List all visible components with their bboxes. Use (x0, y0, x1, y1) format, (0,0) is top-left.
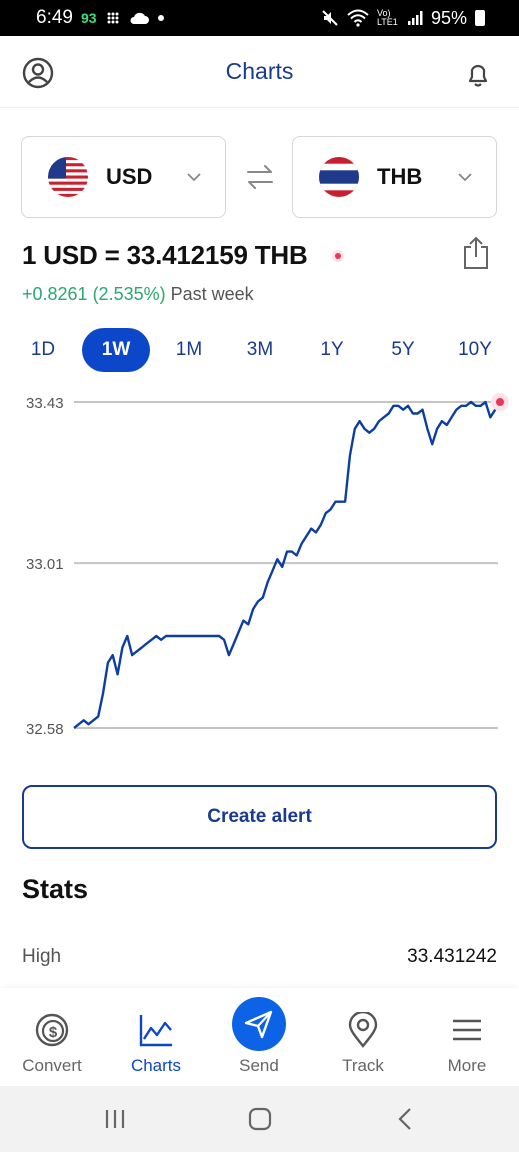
end-point-marker (496, 398, 504, 406)
stats-label: High (22, 946, 62, 967)
back-icon[interactable] (391, 1104, 421, 1134)
status-left: 6:49 93 (36, 7, 165, 29)
nav-convert[interactable]: $ Convert (0, 988, 104, 1086)
period-1d[interactable]: 1D (9, 328, 77, 372)
app-header: Charts (0, 36, 519, 108)
exchange-rate: 1 USD = 33.412159 THB (22, 240, 308, 270)
convert-icon: $ (35, 1013, 69, 1047)
rate-change: +0.8261 (2.535%) Past week (22, 284, 254, 305)
series-line (73, 400, 502, 729)
cloud-icon (130, 12, 149, 24)
system-nav-bar (0, 1086, 519, 1152)
chevron-down-icon (187, 173, 201, 182)
nav-more-label: More (447, 1056, 487, 1075)
to-currency-selector[interactable]: THB (292, 136, 497, 218)
nav-charts[interactable]: Charts (104, 988, 208, 1086)
signal-icon (407, 11, 423, 25)
network-label: Vo) LTE1 (376, 8, 398, 27)
nav-track[interactable]: Track (311, 988, 415, 1086)
nav-convert-label: Convert (22, 1056, 82, 1075)
nav-charts-label: Charts (130, 1056, 182, 1075)
period-3m[interactable]: 3M (226, 328, 294, 372)
status-right: Vo) LTE1 95% (321, 8, 485, 29)
period-5y[interactable]: 5Y (369, 328, 437, 372)
location-pin-icon (348, 1012, 378, 1048)
bell-icon[interactable] (461, 56, 495, 90)
period-1y[interactable]: 1Y (298, 328, 366, 372)
y-tick-label: 33.01 (26, 556, 64, 573)
live-indicator (332, 250, 344, 262)
profile-icon[interactable] (21, 56, 55, 90)
y-tick-label: 32.58 (26, 721, 64, 738)
svg-text:$: $ (49, 1024, 58, 1041)
stats-value: 33.431242 (407, 946, 497, 967)
share-icon[interactable] (462, 236, 490, 270)
to-currency-code: THB (377, 164, 423, 189)
thai-flag-icon (319, 157, 359, 197)
from-currency-code: USD (106, 164, 153, 189)
menu-icon (453, 1019, 481, 1041)
status-bar: 6:49 93 Vo) LTE1 95% (0, 0, 519, 36)
notification-count: 93 (80, 10, 97, 26)
mute-icon (322, 10, 338, 26)
nav-track-label: Track (342, 1056, 384, 1075)
battery-percent: 95% (430, 7, 467, 28)
nav-send[interactable]: Send (207, 988, 311, 1086)
us-flag-icon (48, 157, 88, 197)
swap-icon[interactable] (245, 163, 275, 191)
wifi-icon (347, 9, 369, 27)
recent-apps-icon[interactable] (100, 1104, 130, 1134)
bottom-nav: $ Convert Charts Send Track More (0, 988, 519, 1086)
status-time: 6:49 (36, 7, 73, 28)
chevron-down-icon (458, 173, 472, 182)
home-icon[interactable] (245, 1104, 275, 1134)
rate-chart[interactable]: 33.43 33.01 32.58 (0, 385, 519, 745)
period-10y[interactable]: 10Y (441, 328, 509, 372)
change-period: Past week (170, 284, 254, 304)
y-tick-label: 33.43 (26, 395, 64, 412)
nav-send-label: Send (239, 1056, 279, 1075)
dot-icon (157, 15, 164, 21)
stats-row-high: High 33.431242 (22, 946, 497, 968)
page-title: Charts (225, 58, 294, 84)
nav-more[interactable]: More (415, 988, 519, 1086)
period-1m[interactable]: 1M (155, 328, 223, 372)
stats-title: Stats (22, 874, 89, 904)
grid-app-icon (107, 12, 119, 24)
charts-icon (139, 1015, 172, 1047)
create-alert-button[interactable]: Create alert (22, 785, 497, 849)
change-value: +0.8261 (2.535%) (22, 284, 166, 304)
period-selector: 1D 1W 1M 3M 1Y 5Y 10Y (0, 328, 519, 372)
from-currency-selector[interactable]: USD (21, 136, 226, 218)
send-icon (244, 1010, 273, 1039)
period-1w[interactable]: 1W (82, 328, 150, 372)
battery-icon (475, 10, 485, 26)
